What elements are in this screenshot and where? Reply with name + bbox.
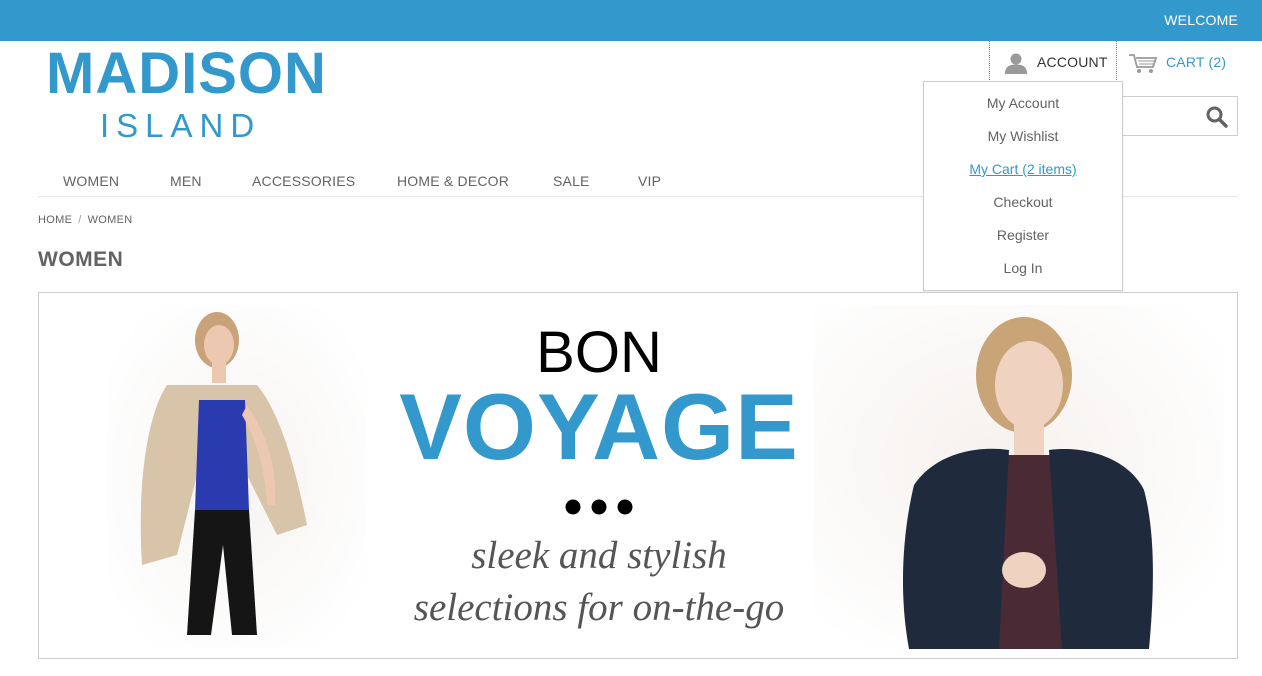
nav-item-accessories[interactable]: ACCESSORIES: [252, 173, 355, 189]
nav-item-men[interactable]: MEN: [170, 173, 202, 189]
site-logo[interactable]: MADISON ISLAND: [46, 44, 326, 144]
menu-item-register[interactable]: Register: [924, 227, 1122, 243]
breadcrumb-home-link[interactable]: HOME: [38, 214, 72, 226]
account-label: ACCOUNT: [1037, 54, 1108, 70]
logo-line-1: MADISON: [46, 41, 327, 106]
menu-item-my-account[interactable]: My Account: [924, 95, 1122, 111]
banner-headline-voyage: VOYAGE: [399, 374, 799, 479]
account-dropdown-menu: My Account My Wishlist My Cart (2 items)…: [923, 81, 1123, 291]
account-link[interactable]: ACCOUNT: [989, 41, 1117, 82]
nav-item-home-decor[interactable]: HOME & DECOR: [397, 173, 509, 189]
search-input[interactable]: [1117, 103, 1203, 129]
menu-item-checkout[interactable]: Checkout: [924, 194, 1122, 210]
shopping-cart-icon: [1129, 54, 1158, 73]
menu-item-log-in[interactable]: Log In: [924, 260, 1122, 276]
promo-banner[interactable]: BON VOYAGE sleek and stylish selections …: [38, 292, 1238, 659]
search-icon[interactable]: [1205, 105, 1229, 129]
model-photo-right: [814, 305, 1224, 649]
banner-tagline-1: sleek and stylish: [471, 534, 727, 577]
menu-item-my-cart[interactable]: My Cart (2 items): [924, 161, 1122, 177]
breadcrumb: HOME / WOMEN: [38, 214, 132, 226]
banner-tagline-2: selections for on-the-go: [413, 586, 785, 629]
nav-item-women[interactable]: WOMEN: [63, 173, 119, 189]
breadcrumb-current: WOMEN: [87, 214, 133, 226]
menu-item-my-wishlist[interactable]: My Wishlist: [924, 128, 1122, 144]
model-photo-left: [107, 305, 367, 649]
logo-line-2: ISLAND: [100, 107, 262, 144]
page-title: WOMEN: [38, 248, 124, 271]
ellipsis-dots-icon: [565, 499, 633, 515]
top-bar: WELCOME: [0, 0, 1262, 41]
user-icon: [1005, 53, 1027, 74]
cart-label: CART (2): [1166, 54, 1227, 70]
nav-item-sale[interactable]: SALE: [553, 173, 590, 189]
breadcrumb-separator: /: [78, 214, 82, 226]
cart-link[interactable]: CART (2): [1128, 41, 1240, 82]
search-box: [1110, 96, 1238, 136]
welcome-message: WELCOME: [1164, 12, 1238, 28]
nav-item-vip[interactable]: VIP: [638, 173, 661, 189]
